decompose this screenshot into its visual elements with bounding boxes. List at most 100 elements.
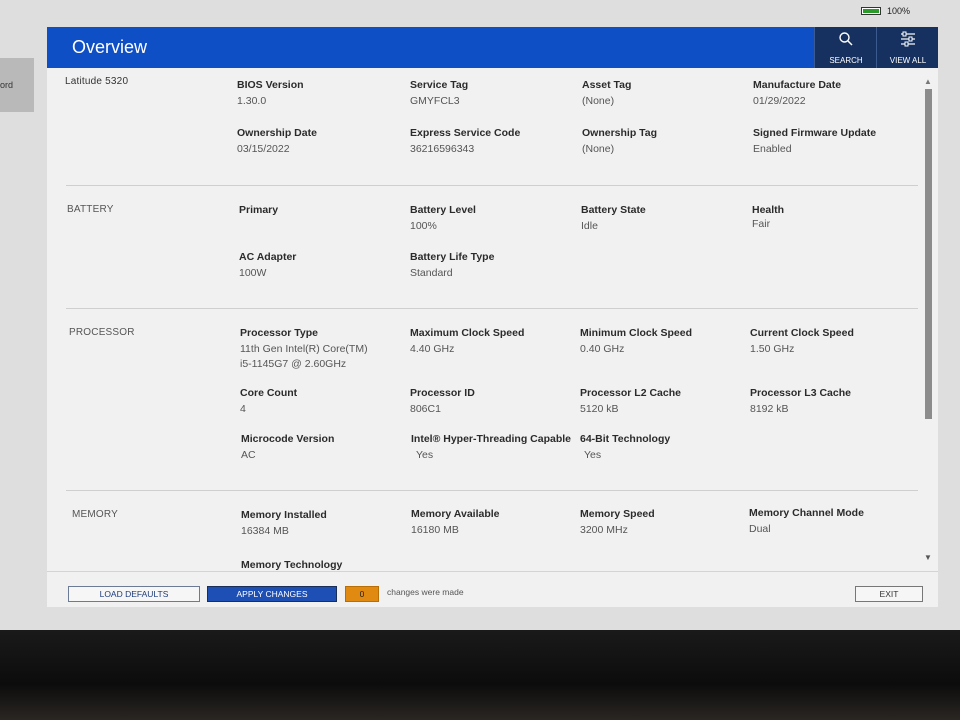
view-all-label: VIEW ALL (889, 56, 927, 65)
page-title: Overview (72, 37, 148, 57)
field-label: Ownership Tag (582, 127, 658, 139)
field-memory-installed: Memory Installed 16384 MB (241, 509, 411, 538)
status-bar: 100% (860, 4, 910, 18)
field-value: GMYFCL3 (410, 95, 460, 107)
scroll-down-arrow-icon[interactable]: ▼ (924, 553, 932, 562)
field-express-service-code: Express Service Code 36216596343 (410, 127, 580, 156)
field-value: (None) (582, 143, 615, 155)
changes-status-text: changes were made (387, 587, 464, 597)
field-label: Asset Tag (582, 79, 632, 91)
view-all-button[interactable]: VIEW ALL (876, 27, 938, 68)
scroll-up-arrow-icon[interactable]: ▲ (924, 77, 932, 86)
field-hyper-threading-capable: Intel® Hyper-Threading Capable Yes (411, 433, 586, 462)
apply-changes-button[interactable]: APPLY CHANGES (207, 586, 337, 602)
field-label: Memory Installed (241, 509, 327, 521)
screen: 100% ord Overview SEARCH VIEW ALL Latitu… (0, 0, 960, 630)
field-label: Core Count (240, 387, 298, 399)
field-value: 01/29/2022 (753, 95, 806, 107)
field-value: 1.30.0 (237, 95, 267, 107)
section-label-battery: BATTERY (67, 204, 114, 215)
field-label: Battery State (581, 204, 646, 216)
field-value: AC (241, 449, 256, 461)
field-label: Processor Type (240, 327, 319, 339)
field-label: Processor ID (410, 387, 475, 399)
field-memory-technology: Memory Technology (241, 559, 411, 571)
section-label-processor: PROCESSOR (69, 327, 135, 338)
field-value: 11th Gen Intel(R) Core(TM) (240, 343, 368, 355)
field-value: Enabled (753, 143, 792, 155)
scrollbar[interactable]: ▲ ▼ (922, 77, 934, 567)
overview-window: Overview SEARCH VIEW ALL Latitude 5320 B… (47, 27, 938, 607)
field-maximum-clock-speed: Maximum Clock Speed 4.40 GHz (410, 327, 580, 356)
field-value: 16180 MB (411, 524, 459, 536)
field-value: 03/15/2022 (237, 143, 290, 155)
search-label: SEARCH (829, 56, 863, 65)
field-label: Express Service Code (410, 127, 521, 139)
overview-content: Latitude 5320 BIOS Version 1.30.0 Servic… (55, 71, 918, 571)
field-battery-life-type: Battery Life Type Standard (410, 251, 580, 280)
field-label: Processor L3 Cache (750, 387, 851, 399)
field-core-count: Core Count 4 (240, 387, 410, 416)
field-label: Maximum Clock Speed (410, 327, 525, 339)
field-value: 4 (240, 403, 246, 415)
model-name: Latitude 5320 (65, 76, 129, 87)
field-bios-version: BIOS Version 1.30.0 (237, 79, 407, 108)
field-minimum-clock-speed: Minimum Clock Speed 0.40 GHz (580, 327, 750, 356)
field-primary: Primary (239, 204, 409, 219)
divider (66, 308, 918, 309)
scrollbar-thumb[interactable] (925, 89, 932, 419)
field-value: 3200 MHz (580, 524, 628, 536)
field-value: 16384 MB (241, 525, 289, 537)
field-value: 8192 kB (750, 403, 789, 415)
field-label: Battery Life Type (410, 251, 495, 263)
field-label: Minimum Clock Speed (580, 327, 693, 339)
field-value: 1.50 GHz (750, 343, 795, 355)
side-tab[interactable]: ord (0, 58, 34, 112)
field-64-bit-technology: 64-Bit Technology Yes (580, 433, 750, 462)
changes-count-badge: 0 (345, 586, 379, 602)
section-label-memory: MEMORY (72, 509, 119, 520)
field-memory-available: Memory Available 16180 MB (411, 508, 581, 537)
battery-icon (860, 7, 881, 15)
battery-percent: 100% (886, 6, 910, 16)
field-memory-speed: Memory Speed 3200 MHz (580, 508, 750, 537)
field-value: 5120 kB (580, 403, 619, 415)
search-button[interactable]: SEARCH (814, 27, 877, 68)
field-value: Standard (410, 267, 453, 279)
field-ownership-date: Ownership Date 03/15/2022 (237, 127, 407, 156)
load-defaults-button[interactable]: LOAD DEFAULTS (68, 586, 200, 602)
divider (66, 185, 918, 186)
field-processor-type: Processor Type 11th Gen Intel(R) Core(TM… (240, 327, 410, 371)
field-value: Dual (749, 523, 771, 535)
field-label: 64-Bit Technology (580, 433, 671, 445)
header-bar: Overview SEARCH VIEW ALL (47, 27, 938, 68)
field-ac-adapter: AC Adapter 100W (239, 251, 409, 280)
field-value-line2: i5-1145G7 @ 2.60GHz (240, 358, 347, 370)
field-signed-firmware-update: Signed Firmware Update Enabled (753, 127, 918, 156)
field-label: Memory Channel Mode (749, 507, 864, 519)
field-ownership-tag: Ownership Tag (None) (582, 127, 752, 156)
sliders-icon (901, 31, 915, 47)
field-label: Memory Speed (580, 508, 655, 520)
field-label: Intel® Hyper-Threading Capable (411, 433, 572, 445)
field-processor-l3-cache: Processor L3 Cache 8192 kB (750, 387, 918, 416)
field-processor-l2-cache: Processor L2 Cache 5120 kB (580, 387, 750, 416)
field-manufacture-date: Manufacture Date 01/29/2022 (753, 79, 918, 108)
field-value: (None) (582, 95, 615, 107)
field-service-tag: Service Tag GMYFCL3 (410, 79, 580, 108)
field-label: Current Clock Speed (750, 327, 854, 339)
field-asset-tag: Asset Tag (None) (582, 79, 752, 108)
field-value: Fair (752, 218, 771, 230)
field-label: AC Adapter (239, 251, 297, 263)
field-label: Memory Available (411, 508, 500, 520)
field-label: Battery Level (410, 204, 476, 216)
field-processor-id: Processor ID 806C1 (410, 387, 580, 416)
field-label: Service Tag (410, 79, 469, 91)
divider (66, 490, 918, 491)
exit-button[interactable]: EXIT (855, 586, 923, 602)
field-label: Processor L2 Cache (580, 387, 681, 399)
field-microcode-version: Microcode Version AC (241, 433, 411, 462)
field-value: 806C1 (410, 403, 441, 415)
footer-bar: LOAD DEFAULTS APPLY CHANGES 0 changes we… (47, 571, 938, 607)
field-label: Microcode Version (241, 433, 335, 445)
